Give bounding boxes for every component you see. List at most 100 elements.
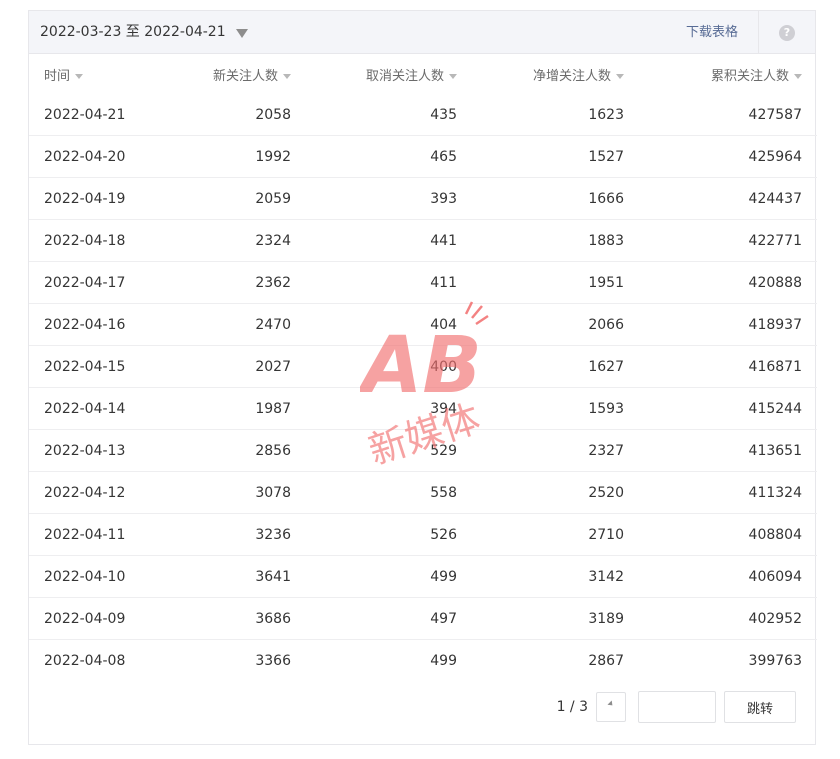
jump-button[interactable]: 跳转 — [724, 691, 796, 723]
table-cell: 420888 — [639, 261, 817, 304]
page-jump-input[interactable] — [638, 691, 716, 723]
table-cell: 2022-04-17 — [29, 261, 177, 304]
date-range-picker[interactable]: 2022-03-23 至 2022-04-21 — [40, 11, 248, 54]
table-row: 2022-04-10 3641 499 3142 406094 — [29, 555, 817, 598]
table-cell: 1627 — [472, 345, 639, 388]
table-cell: 404 — [306, 303, 472, 346]
table-cell: 2022-04-12 — [29, 471, 177, 514]
table-row: 2022-04-16 2470 404 2066 418937 — [29, 303, 817, 346]
sort-icon — [283, 73, 291, 79]
table-cell: 416871 — [639, 345, 817, 388]
table-cell: 2022-04-18 — [29, 219, 177, 262]
table-cell: 2022-04-15 — [29, 345, 177, 388]
column-header-total-followers[interactable]: 累积关注人数 — [639, 54, 817, 94]
table-cell: 422771 — [639, 219, 817, 262]
table-cell: 415244 — [639, 387, 817, 430]
table-cell: 3236 — [177, 513, 306, 556]
table-cell: 1883 — [472, 219, 639, 262]
table-cell: 394 — [306, 387, 472, 430]
table-cell: 2022-04-19 — [29, 177, 177, 220]
table-cell: 2867 — [588, 652, 624, 669]
table-cell: 2470 — [177, 303, 306, 346]
table-cell: 499 — [306, 555, 472, 598]
table-cell: 2324 — [177, 219, 306, 262]
table-cell: 2022-04-16 — [29, 303, 177, 346]
table-cell: 2520 — [472, 471, 639, 514]
table-cell: 2710 — [472, 513, 639, 556]
column-header-new-followers[interactable]: 新关注人数 — [177, 54, 306, 94]
table-cell: 393 — [306, 177, 472, 220]
table-cell: 2022-04-20 — [29, 135, 177, 178]
download-table-link[interactable]: 下载表格 — [686, 11, 738, 54]
data-panel: 2022-03-23 至 2022-04-21 下载表格 ? 时间 新关注人数 … — [28, 10, 817, 745]
table-row: 2022-04-14 1987 394 1593 415244 — [29, 387, 817, 430]
column-header-date[interactable]: 时间 — [29, 54, 177, 94]
table-cell: 424437 — [639, 177, 817, 220]
table-cell: 427587 — [639, 94, 817, 136]
table-cell: 3078 — [177, 471, 306, 514]
table-cell: 2022-04-08 — [44, 652, 126, 669]
table-cell: 2066 — [472, 303, 639, 346]
table-cell: 411324 — [639, 471, 817, 514]
table-cell: 435 — [306, 94, 472, 136]
table-cell: 2856 — [177, 429, 306, 472]
table-row: 2022-04-17 2362 411 1951 420888 — [29, 261, 817, 304]
table-cell: 558 — [306, 471, 472, 514]
sort-icon — [75, 73, 84, 79]
table-cell: 1666 — [472, 177, 639, 220]
table-row: 2022-04-21 2058 435 1623 427587 — [29, 94, 817, 136]
table-cell: 1527 — [472, 135, 639, 178]
page-indicator: 1 / 3 — [556, 699, 588, 715]
help-icon[interactable]: ? — [779, 25, 795, 41]
table-row: 2022-04-20 1992 465 1527 425964 — [29, 135, 817, 178]
table-row: 2022-04-11 3236 526 2710 408804 — [29, 513, 817, 556]
sort-icon — [616, 73, 624, 79]
table-row: 2022-04-09 3686 497 3189 402952 — [29, 597, 817, 640]
table-cell: 3686 — [177, 597, 306, 640]
table-cell: 3366 — [255, 652, 291, 669]
table-cell: 3142 — [472, 555, 639, 598]
stats-table: 时间 新关注人数 取消关注人数 净增关注人数 累积关注人数 2022-04-21… — [29, 54, 817, 681]
table-cell: 399763 — [748, 652, 802, 669]
table-cell: 406094 — [639, 555, 817, 598]
table-row: 2022-04-13 2856 529 2327 413651 — [29, 429, 817, 472]
table-cell: 1593 — [472, 387, 639, 430]
caret-down-icon — [235, 28, 248, 38]
table-cell: 402952 — [639, 597, 817, 640]
table-cell: 499 — [430, 652, 457, 669]
table-cell: 1987 — [177, 387, 306, 430]
table-cell: 2022-04-09 — [29, 597, 177, 640]
table-cell: 2022-04-11 — [29, 513, 177, 556]
table-cell: 526 — [306, 513, 472, 556]
table-cell: 465 — [306, 135, 472, 178]
table-cell: 2058 — [177, 94, 306, 136]
column-header-unfollows[interactable]: 取消关注人数 — [306, 54, 472, 94]
table-cell: 2022-04-13 — [29, 429, 177, 472]
table-cell: 2022-04-10 — [29, 555, 177, 598]
table-cell: 411 — [306, 261, 472, 304]
table-cell: 418937 — [639, 303, 817, 346]
date-range-label: 2022-03-23 至 2022-04-21 — [40, 24, 226, 40]
table-cell: 1992 — [177, 135, 306, 178]
table-cell: 2327 — [472, 429, 639, 472]
table-cell: 2027 — [177, 345, 306, 388]
table-cell: 441 — [306, 219, 472, 262]
table-cell: 529 — [306, 429, 472, 472]
header-divider — [758, 11, 759, 53]
table-cell: 413651 — [639, 429, 817, 472]
table-cell: 1951 — [472, 261, 639, 304]
next-page-button[interactable] — [596, 692, 626, 722]
table-cell: 497 — [306, 597, 472, 640]
table-row: 2022-04-18 2324 441 1883 422771 — [29, 219, 817, 262]
table-cell: 2362 — [177, 261, 306, 304]
column-header-net-growth[interactable]: 净增关注人数 — [472, 54, 639, 94]
table-cell: 2022-04-14 — [29, 387, 177, 430]
table-cell: 1623 — [472, 94, 639, 136]
table-cell: 2022-04-21 — [29, 94, 177, 136]
table-cell: 2059 — [177, 177, 306, 220]
table-row: 2022-04-15 2027 400 1627 416871 — [29, 345, 817, 388]
table-cell: 425964 — [639, 135, 817, 178]
table-cell: 3189 — [472, 597, 639, 640]
sort-icon — [449, 73, 457, 79]
table-row: 2022-04-12 3078 558 2520 411324 — [29, 471, 817, 514]
